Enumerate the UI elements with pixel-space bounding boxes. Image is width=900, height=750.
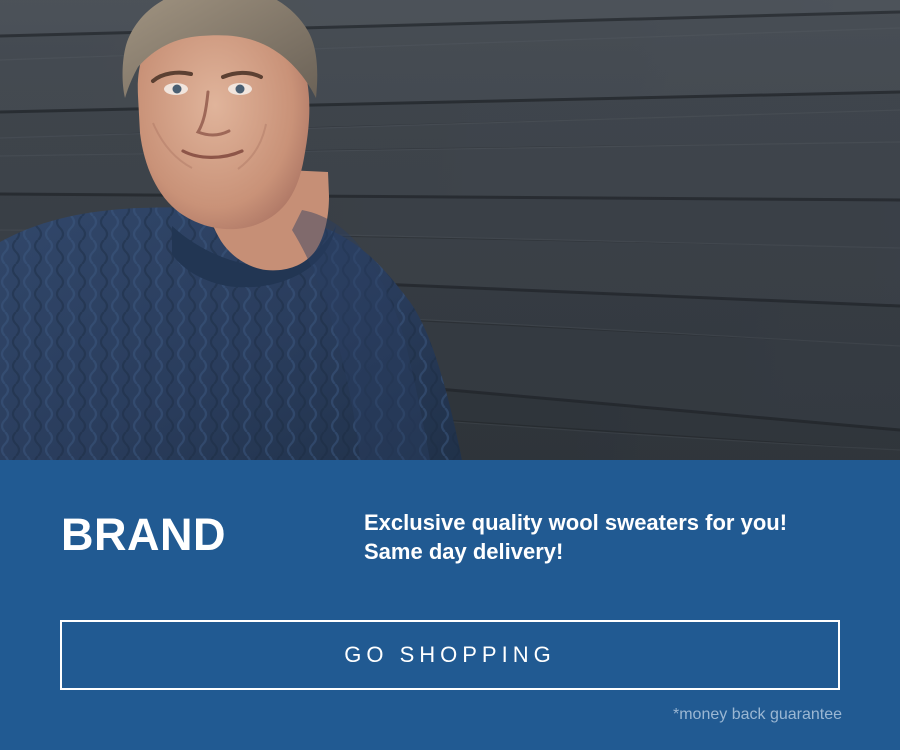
money-back-guarantee-note: *money back guarantee bbox=[673, 706, 842, 723]
hero-photo-illustration bbox=[0, 0, 900, 460]
promo-line-1: Exclusive quality wool sweaters for you! bbox=[364, 510, 788, 535]
go-shopping-button[interactable]: GO SHOPPING bbox=[60, 620, 840, 690]
promo-copy: Exclusive quality wool sweaters for you!… bbox=[364, 508, 834, 566]
promo-line-2: Same day delivery! bbox=[364, 539, 564, 564]
promo-banner: BRAND Exclusive quality wool sweaters fo… bbox=[0, 0, 900, 750]
brand-logo: BRAND bbox=[61, 509, 226, 560]
hero-photo bbox=[0, 0, 900, 460]
